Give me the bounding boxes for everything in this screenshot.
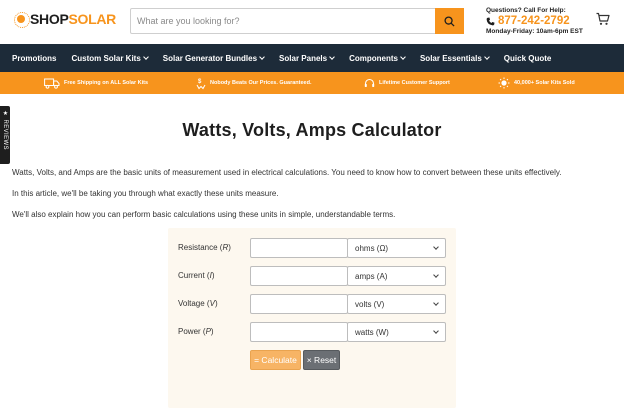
- voltage-input[interactable]: [250, 294, 348, 314]
- field-symbol: P: [205, 327, 211, 336]
- contact-info: Questions? Call For Help: 877-242-2792 M…: [486, 7, 586, 35]
- select-value: amps (A): [355, 271, 388, 281]
- promo-bar: Free Shipping on ALL Solar Kits $ Nobody…: [0, 72, 624, 94]
- svg-text:$: $: [198, 79, 202, 85]
- intro-paragraph: Watts, Volts, and Amps are the basic uni…: [12, 168, 562, 177]
- power-input[interactable]: [250, 322, 348, 342]
- search-icon: [444, 15, 455, 27]
- sun-icon: [498, 77, 510, 89]
- logo-text: SHOPSOLAR: [30, 11, 116, 27]
- search-input[interactable]: [131, 9, 437, 33]
- nav-item-label: Solar Panels: [279, 53, 328, 63]
- chevron-down-icon: [433, 328, 439, 334]
- star-icon: ★: [2, 110, 8, 118]
- nav-item-label: Promotions: [12, 53, 57, 63]
- promo-label: Free Shipping on ALL Solar Kits: [64, 80, 149, 86]
- nav-item-label: Quick Quote: [503, 53, 552, 63]
- promo-free-shipping[interactable]: Free Shipping on ALL Solar Kits: [44, 72, 148, 94]
- promo-best-price[interactable]: $ Nobody Beats Our Prices. Guaranteed.: [196, 72, 311, 94]
- logo-solar: SOLAR: [68, 11, 116, 27]
- calculate-button[interactable]: = Calculate: [250, 350, 301, 370]
- select-value: volts (V): [355, 299, 385, 309]
- promo-label: Lifetime Customer Support: [379, 80, 450, 86]
- search-bar: [130, 8, 464, 34]
- price-tag-icon: $: [196, 79, 206, 89]
- chevron-down-icon: [433, 244, 439, 250]
- chevron-down-icon: [329, 53, 335, 60]
- chevron-down-icon: [433, 272, 439, 278]
- chevron-down-icon: [142, 53, 149, 60]
- field-label: Resistance: [178, 243, 218, 252]
- promo-label: 40,000+ Solar Kits Sold: [514, 80, 575, 86]
- field-symbol: I: [209, 271, 212, 280]
- voltage-label: Voltage (V): [178, 299, 218, 308]
- page-title: Watts, Volts, Amps Calculator: [182, 120, 442, 140]
- truck-icon: [44, 78, 60, 89]
- field-label: Voltage: [178, 299, 205, 308]
- nav-item-solar-generator-bundles[interactable]: Solar Generator Bundles: [162, 53, 265, 63]
- resistance-input[interactable]: [250, 238, 348, 258]
- promo-kits-sold[interactable]: 40,000+ Solar Kits Sold: [498, 72, 575, 94]
- contact-question: Questions? Call For Help:: [486, 7, 566, 14]
- chevron-down-icon: [483, 53, 490, 60]
- field-symbol: V: [209, 299, 215, 308]
- contact-phone-link[interactable]: 877-242-2792: [486, 15, 586, 27]
- contact-phone-number: 877-242-2792: [498, 15, 570, 27]
- resistance-label: Resistance (R): [178, 243, 231, 252]
- nav-item-components[interactable]: Components: [349, 53, 406, 63]
- current-label: Current (I): [178, 271, 215, 280]
- power-label: Power (P): [178, 327, 214, 336]
- calculator-panel: Resistance (R) ohms (Ω) Current (I) amps…: [168, 228, 456, 408]
- nav-item-label: Custom Solar Kits: [71, 53, 141, 63]
- voltage-unit-select[interactable]: volts (V): [347, 294, 446, 314]
- nav-item-solar-panels[interactable]: Solar Panels: [279, 53, 335, 63]
- resistance-unit-select[interactable]: ohms (Ω): [347, 238, 446, 258]
- site-header: SHOPSOLAR Questions? Call For Help: 877-…: [0, 0, 624, 44]
- intro-paragraph: In this article, we'll be taking you thr…: [12, 189, 279, 198]
- nav-item-custom-solar-kits[interactable]: Custom Solar Kits: [71, 53, 149, 63]
- chevron-down-icon: [400, 53, 406, 60]
- select-value: ohms (Ω): [355, 243, 389, 253]
- logo-shop: SHOP: [30, 11, 69, 27]
- nav-item-promotions[interactable]: Promotions: [12, 54, 56, 63]
- contact-hours: Monday-Friday: 10am-6pm EST: [486, 28, 583, 35]
- nav-item-label: Solar Generator Bundles: [162, 53, 258, 63]
- select-value: watts (W): [355, 327, 389, 337]
- shopsolar-logo[interactable]: SHOPSOLAR: [14, 11, 116, 28]
- current-input[interactable]: [250, 266, 348, 286]
- chevron-down-icon: [259, 53, 265, 60]
- nav-item-solar-essentials[interactable]: Solar Essentials: [419, 53, 490, 63]
- field-symbol: R: [222, 243, 229, 252]
- chevron-down-icon: [433, 300, 439, 306]
- nav-item-label: Solar Essentials: [419, 53, 482, 63]
- sun-logo-icon: [14, 12, 30, 28]
- power-unit-select[interactable]: watts (W): [347, 322, 446, 342]
- intro-paragraph: We'll also explain how you can perform b…: [12, 210, 396, 219]
- nav-item-label: Components: [349, 53, 398, 63]
- field-label: Power: [178, 327, 201, 336]
- search-button[interactable]: [435, 8, 464, 34]
- promo-support[interactable]: Lifetime Customer Support: [364, 72, 450, 94]
- field-label: Current: [178, 271, 205, 280]
- current-unit-select[interactable]: amps (A): [347, 266, 446, 286]
- headset-icon: [364, 78, 375, 87]
- phone-icon: [486, 17, 495, 25]
- promo-label: Nobody Beats Our Prices. Guaranteed.: [210, 80, 312, 86]
- main-nav: Promotions Custom Solar Kits Solar Gener…: [0, 44, 624, 72]
- reset-button[interactable]: × Reset: [303, 350, 340, 370]
- nav-item-quick-quote[interactable]: Quick Quote: [504, 54, 552, 63]
- cart-button[interactable]: [596, 12, 610, 26]
- cart-icon: [596, 12, 610, 25]
